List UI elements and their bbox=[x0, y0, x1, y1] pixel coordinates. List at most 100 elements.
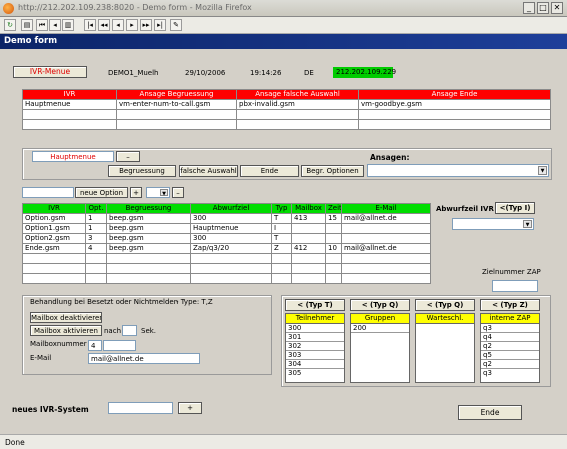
remove-menu-button[interactable]: – bbox=[116, 151, 140, 162]
table-cell[interactable] bbox=[341, 253, 431, 264]
table-cell[interactable] bbox=[22, 273, 86, 284]
remove-option-button[interactable]: – bbox=[172, 187, 184, 198]
table-cell[interactable] bbox=[116, 109, 237, 120]
ivr-menue-button[interactable]: IVR-Menue bbox=[13, 66, 87, 78]
begr-optionen-button[interactable]: Begr. Optionen bbox=[301, 165, 364, 177]
table-cell[interactable]: 3 bbox=[85, 233, 107, 244]
table-cell[interactable] bbox=[341, 223, 431, 234]
table-cell[interactable] bbox=[325, 233, 342, 244]
mailboxnummer-field[interactable]: 4 bbox=[88, 340, 102, 351]
table-cell[interactable] bbox=[358, 109, 551, 120]
table-cell[interactable] bbox=[325, 273, 342, 284]
mailbox-aktivieren-button[interactable]: Mailbox aktivieren bbox=[30, 325, 102, 336]
table-cell[interactable] bbox=[22, 253, 86, 264]
add-ivr-button[interactable]: + bbox=[178, 402, 202, 414]
typ-z-button[interactable]: < (Typ Z) bbox=[480, 299, 540, 311]
table-row[interactable] bbox=[22, 273, 431, 284]
neue-option-button[interactable]: neue Option bbox=[75, 187, 128, 198]
falsche-auswahl-button[interactable]: falsche Auswahl bbox=[179, 165, 238, 177]
chevron-down-icon[interactable]: ▼ bbox=[523, 220, 532, 228]
table-cell[interactable]: vm-goodbye.gsm bbox=[358, 99, 551, 110]
table-row[interactable]: Option1.gsm 1 beep.gsm Hauptmenue I bbox=[22, 223, 431, 234]
table-cell[interactable] bbox=[106, 253, 191, 264]
table-cell[interactable]: I bbox=[271, 223, 292, 234]
typ-q-groups-button[interactable]: < (Typ Q) bbox=[350, 299, 410, 311]
table-cell[interactable] bbox=[190, 273, 272, 284]
table-cell[interactable]: 300 bbox=[190, 233, 272, 244]
table-cell[interactable]: T bbox=[271, 213, 292, 224]
table-cell[interactable] bbox=[291, 253, 326, 264]
table-cell[interactable] bbox=[271, 253, 292, 264]
forward-icon[interactable]: ▸ bbox=[126, 19, 138, 31]
skip-end-icon[interactable]: ▸| bbox=[154, 19, 166, 31]
email-field[interactable]: mail@allnet.de bbox=[88, 353, 200, 364]
table-cell[interactable]: 4 bbox=[85, 243, 107, 254]
nach-seconds-field[interactable] bbox=[122, 325, 137, 336]
ansagen-select[interactable]: ▼ bbox=[367, 164, 549, 177]
table-cell[interactable]: Option.gsm bbox=[22, 213, 86, 224]
table-cell[interactable]: Option1.gsm bbox=[22, 223, 86, 234]
rewind-icon[interactable]: ◂◂ bbox=[98, 19, 110, 31]
fast-forward-icon[interactable]: ▸▸ bbox=[140, 19, 152, 31]
abwurfziel-select[interactable]: ▼ bbox=[452, 218, 534, 230]
table-cell[interactable]: Option2.gsm bbox=[22, 233, 86, 244]
table-cell[interactable] bbox=[291, 263, 326, 274]
list-item[interactable]: q2 bbox=[481, 360, 539, 369]
table-cell[interactable]: 300 bbox=[190, 213, 272, 224]
table-cell[interactable]: 15 bbox=[325, 213, 342, 224]
ende-tab-button[interactable]: Ende bbox=[240, 165, 299, 177]
table-cell[interactable]: beep.gsm bbox=[106, 223, 191, 234]
table-cell[interactable]: T bbox=[271, 233, 292, 244]
begruessung-button[interactable]: Begruessung bbox=[108, 165, 176, 177]
table-row[interactable] bbox=[22, 253, 431, 264]
chevron-down-icon[interactable]: ▼ bbox=[538, 166, 547, 175]
table-cell[interactable]: vm-enter-num-to-call.gsm bbox=[116, 99, 237, 110]
table-row[interactable] bbox=[22, 119, 551, 130]
edit-icon[interactable]: ✎ bbox=[170, 19, 182, 31]
table-cell[interactable] bbox=[358, 119, 551, 130]
table-row[interactable]: Ende.gsm 4 beep.gsm Zap/q3/20 Z 412 10 mail@all… bbox=[22, 243, 431, 254]
table-cell[interactable] bbox=[341, 263, 431, 274]
list-item[interactable]: 301 bbox=[286, 333, 344, 342]
table-cell[interactable] bbox=[106, 263, 191, 274]
table-cell[interactable]: Hauptmenue bbox=[22, 99, 117, 110]
maximize-icon[interactable]: □ bbox=[537, 2, 549, 14]
table-cell[interactable] bbox=[22, 263, 86, 274]
list-item[interactable]: 305 bbox=[286, 369, 344, 378]
interne-zap-list[interactable]: interne ZAP q3 q4 q2 q5 q2 q3 bbox=[480, 313, 540, 383]
table-cell[interactable] bbox=[325, 263, 342, 274]
list-item[interactable]: q3 bbox=[481, 369, 539, 378]
table-cell[interactable]: beep.gsm bbox=[106, 233, 191, 244]
table-cell[interactable] bbox=[85, 273, 107, 284]
table-cell[interactable]: 413 bbox=[291, 213, 326, 224]
table-cell[interactable] bbox=[106, 273, 191, 284]
neues-ivr-field[interactable] bbox=[108, 402, 173, 414]
list-item[interactable]: q4 bbox=[481, 333, 539, 342]
skip-start-icon[interactable]: |◂ bbox=[84, 19, 96, 31]
zielnummer-field[interactable] bbox=[492, 280, 538, 292]
table-row[interactable]: Option.gsm 1 beep.gsm 300 T 413 15 mail@allnet.… bbox=[22, 213, 431, 224]
table-cell[interactable] bbox=[325, 223, 342, 234]
table-cell[interactable] bbox=[271, 263, 292, 274]
table-cell[interactable] bbox=[236, 109, 359, 120]
table-cell[interactable] bbox=[291, 273, 326, 284]
table-cell[interactable] bbox=[85, 253, 107, 264]
table-cell[interactable] bbox=[190, 253, 272, 264]
table-cell[interactable] bbox=[236, 119, 359, 130]
warteschl-list[interactable]: Warteschl. bbox=[415, 313, 475, 383]
list-item[interactable]: 302 bbox=[286, 342, 344, 351]
ende-button[interactable]: Ende bbox=[458, 405, 522, 420]
table-row[interactable]: Hauptmenue vm-enter-num-to-call.gsm pbx-… bbox=[22, 99, 551, 110]
table-cell[interactable] bbox=[116, 119, 237, 130]
list-item[interactable]: 300 bbox=[286, 324, 344, 333]
teilnehmer-list[interactable]: Teilnehmer 300 301 302 303 304 305 bbox=[285, 313, 345, 383]
list-item[interactable]: 303 bbox=[286, 351, 344, 360]
mailbox-deaktivieren-button[interactable]: Mailbox deaktivieren bbox=[30, 312, 102, 323]
page-range-icon[interactable]: ▥ bbox=[62, 19, 74, 31]
list-item[interactable]: 304 bbox=[286, 360, 344, 369]
table-cell[interactable]: Zap/q3/20 bbox=[190, 243, 272, 254]
chevron-down-icon[interactable]: ▼ bbox=[160, 189, 168, 197]
list-item[interactable]: q2 bbox=[481, 342, 539, 351]
table-cell[interactable]: beep.gsm bbox=[106, 213, 191, 224]
print-icon[interactable]: ▤ bbox=[21, 19, 33, 31]
